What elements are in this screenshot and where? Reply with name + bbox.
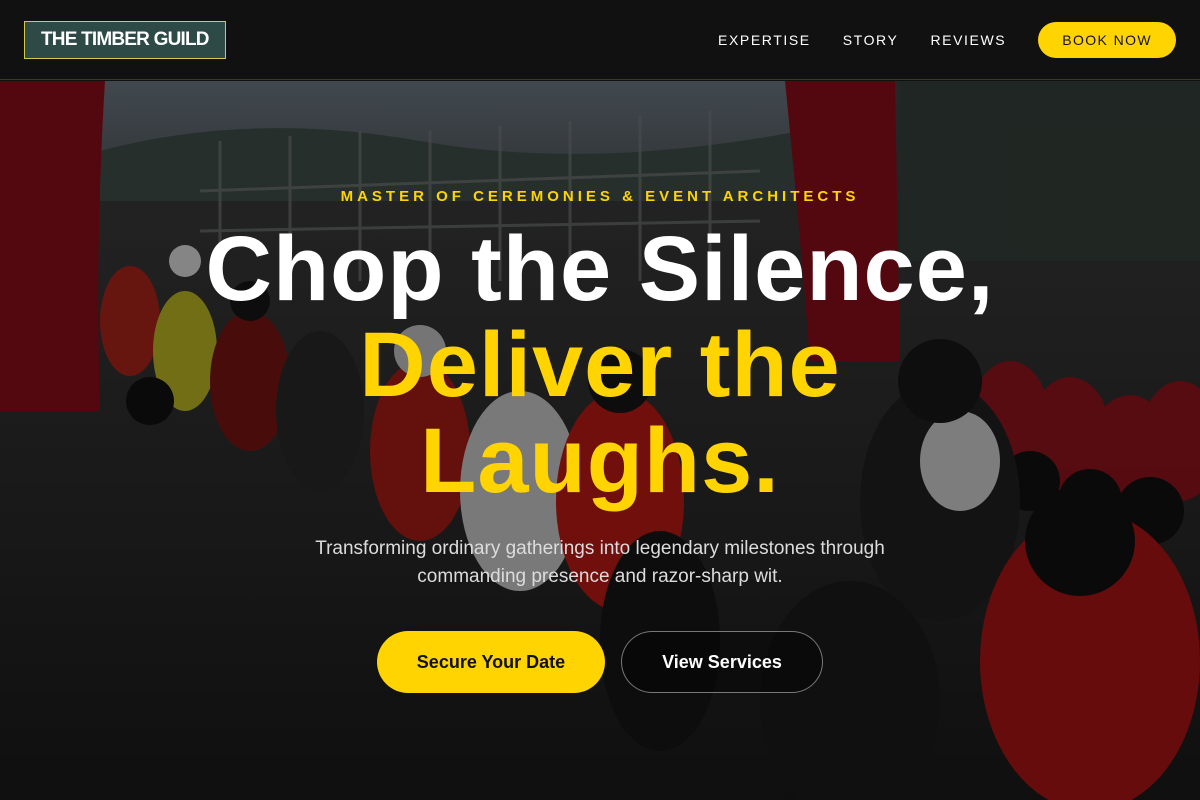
headline-line-1: Chop the Silence, (205, 218, 995, 320)
hero-subtext: Transforming ordinary gatherings into le… (315, 538, 885, 587)
book-now-button[interactable]: BOOK NOW (1038, 21, 1176, 58)
nav-link-story[interactable]: STORY (843, 32, 899, 48)
hero-section: MASTER OF CEREMONIES & EVENT ARCHITECTS … (0, 81, 1200, 800)
hero-content: MASTER OF CEREMONIES & EVENT ARCHITECTS … (0, 81, 1200, 800)
secure-your-date-button[interactable]: Secure Your Date (377, 631, 605, 693)
headline-line-3: Laughs. (420, 410, 780, 512)
top-navbar: THE TIMBER GUILD EXPERTISE STORY REVIEWS… (0, 0, 1200, 80)
hero-headline: Chop the Silence, Deliver the Laughs. (0, 221, 1200, 509)
nav-link-reviews[interactable]: REVIEWS (930, 32, 1006, 48)
nav-link-expertise[interactable]: EXPERTISE (718, 32, 811, 48)
view-services-button[interactable]: View Services (621, 631, 823, 693)
hero-eyebrow: MASTER OF CEREMONIES & EVENT ARCHITECTS (340, 188, 860, 205)
nav-links: EXPERTISE STORY REVIEWS BOOK NOW (686, 21, 1176, 58)
headline-line-2: Deliver the (359, 314, 841, 416)
site-logo[interactable]: THE TIMBER GUILD (24, 20, 226, 59)
